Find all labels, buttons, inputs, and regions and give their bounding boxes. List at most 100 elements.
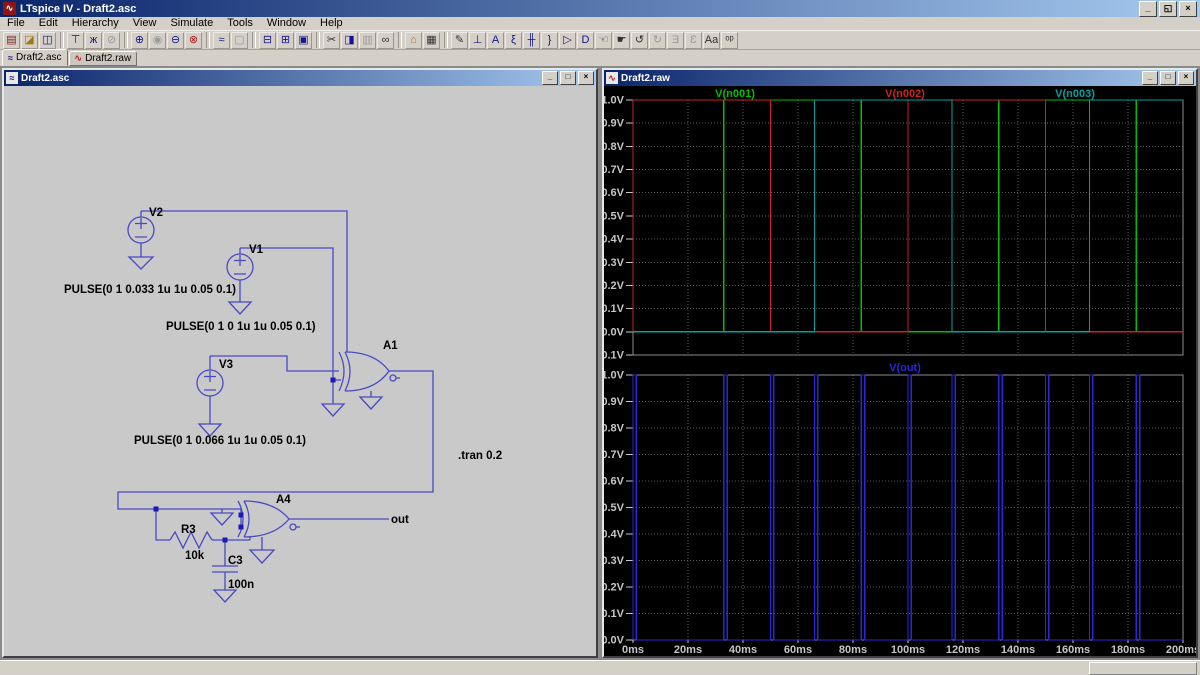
v2-voltage-source[interactable]: [128, 211, 154, 269]
toolbar-place-resistor-icon[interactable]: ξ: [505, 32, 522, 49]
menu-item-hierarchy[interactable]: Hierarchy: [65, 17, 126, 30]
menu-item-tools[interactable]: Tools: [220, 17, 260, 30]
toolbar-undo-icon[interactable]: ↺: [631, 32, 648, 49]
schematic-canvas[interactable]: V2 V1 V3 A1 A4 R3 10k C3 100n out .tran …: [4, 86, 596, 656]
toolbar-save-icon[interactable]: ◫: [39, 32, 56, 49]
menu-item-file[interactable]: File: [0, 17, 32, 30]
toolbar-autorange-icon[interactable]: ⌂: [405, 32, 422, 49]
a1-ground-icon: [360, 397, 382, 409]
c3-ground-icon: [214, 590, 236, 602]
schematic-wires[interactable]: [118, 211, 433, 590]
x-tick-label: 80ms: [839, 644, 867, 656]
toolbar-place-capacitor-icon[interactable]: ╫: [523, 32, 540, 49]
legend-Vn001[interactable]: V(n001): [715, 88, 755, 100]
waveform-window-titlebar[interactable]: ∿ Draft2.raw _ □ ×: [604, 70, 1196, 86]
toolbar-control-panel-icon[interactable]: ⊤: [67, 32, 84, 49]
v3-label[interactable]: V3: [219, 359, 233, 371]
waveform-pane-1[interactable]: 1.0V0.9V0.8V0.7V0.6V0.5V0.4V0.3V0.2V0.1V…: [604, 362, 1196, 656]
menu-item-window[interactable]: Window: [260, 17, 313, 30]
legend-Vn002[interactable]: V(n002): [885, 88, 925, 100]
menu-item-simulate[interactable]: Simulate: [163, 17, 220, 30]
waveform-plot-area[interactable]: 1.0V0.9V0.8V0.7V0.6V0.5V0.4V0.3V0.2V0.1V…: [604, 86, 1196, 656]
v1-pulse-text[interactable]: PULSE(0 1 0 1u 1u 0.05 0.1): [166, 321, 316, 333]
net-label-out[interactable]: out: [391, 514, 409, 526]
toolbar-spice-directive-icon[interactable]: ᵒᵖ: [721, 32, 738, 49]
toolbar-tile-horizontal-icon[interactable]: ⊟: [259, 32, 276, 49]
tab-draft2-raw[interactable]: ∿Draft2.raw: [69, 51, 138, 66]
toolbar-run-simulation-icon[interactable]: ж: [85, 32, 102, 49]
v1-voltage-source[interactable]: [227, 248, 253, 314]
waveform-plot[interactable]: 1.0V0.9V0.8V0.7V0.6V0.5V0.4V0.3V0.2V0.1V…: [604, 86, 1196, 656]
v2-pulse-text[interactable]: PULSE(0 1 0.033 1u 1u 0.05 0.1): [64, 284, 236, 296]
toolbar-zoom-full-extents-icon[interactable]: ⊗: [185, 32, 202, 49]
menu-item-view[interactable]: View: [126, 17, 164, 30]
legend-Vout[interactable]: V(out): [889, 362, 921, 374]
waveform-maximize-button[interactable]: □: [1160, 71, 1176, 85]
y-tick-label: 0.2V: [604, 280, 625, 292]
toolbar-print-icon[interactable]: ▦: [423, 32, 440, 49]
toolbar-open-folder-icon[interactable]: ◪: [21, 32, 38, 49]
minimize-button[interactable]: _: [1139, 1, 1157, 17]
restore-button[interactable]: ◱: [1159, 1, 1177, 17]
a1-input-ground-icon: [322, 404, 344, 416]
trace-Vout[interactable]: [633, 375, 1183, 640]
tab-draft2-asc[interactable]: ≈Draft2.asc: [2, 49, 68, 66]
schematic-drawing[interactable]: V2 V1 V3 A1 A4 R3 10k C3 100n out .tran …: [4, 86, 596, 656]
toolbar-cut-icon[interactable]: ✂: [323, 32, 340, 49]
toolbar-zoom-in-icon[interactable]: ⊕: [131, 32, 148, 49]
y-tick-label: 0.8V: [604, 141, 625, 153]
v2-label[interactable]: V2: [149, 207, 163, 219]
toolbar-place-diode-icon[interactable]: ▷: [559, 32, 576, 49]
waveform-pane-0[interactable]: 1.0V0.9V0.8V0.7V0.6V0.5V0.4V0.3V0.2V0.1V…: [604, 88, 1183, 362]
r3-value-label[interactable]: 10k: [185, 550, 205, 562]
waveform-minimize-button[interactable]: _: [1142, 71, 1158, 85]
toolbar-spice-netlist-icon[interactable]: ≈: [213, 32, 230, 49]
v3-pulse-text[interactable]: PULSE(0 1 0.066 1u 1u 0.05 0.1): [134, 435, 306, 447]
y-tick-label: 0.1V: [604, 608, 625, 620]
x-tick-label: 120ms: [946, 644, 980, 656]
a4-label[interactable]: A4: [276, 494, 291, 506]
toolbar-zoom-back-icon: ◉: [149, 32, 166, 49]
toolbar-separator: [398, 32, 402, 48]
menu-item-help[interactable]: Help: [313, 17, 350, 30]
toolbar-drag-icon[interactable]: ☛: [613, 32, 630, 49]
toolbar-text-icon[interactable]: Aa: [703, 32, 720, 49]
toolbar-new-schematic-icon[interactable]: ▤: [3, 32, 20, 49]
y-tick-label: 0.8V: [604, 423, 625, 435]
toolbar-place-component-icon[interactable]: D: [577, 32, 594, 49]
schematic-window: ≈ Draft2.asc _ □ ×: [2, 68, 598, 658]
toolbar-copy-icon[interactable]: ◨: [341, 32, 358, 49]
toolbar-tile-vertical-icon[interactable]: ⊞: [277, 32, 294, 49]
y-tick-label: 0.7V: [604, 449, 625, 461]
schematic-minimize-button[interactable]: _: [542, 71, 558, 85]
toolbar-place-ground-icon[interactable]: ⊥: [469, 32, 486, 49]
legend-Vn003[interactable]: V(n003): [1055, 88, 1095, 100]
schematic-close-button[interactable]: ×: [578, 71, 594, 85]
v1-ground-icon: [229, 302, 251, 314]
close-button[interactable]: ×: [1179, 1, 1197, 17]
r3-label[interactable]: R3: [181, 524, 196, 536]
menu-item-edit[interactable]: Edit: [32, 17, 65, 30]
y-tick-label: 0.3V: [604, 257, 625, 269]
tran-directive-text[interactable]: .tran 0.2: [458, 450, 502, 462]
waveform-close-button[interactable]: ×: [1178, 71, 1194, 85]
toolbar-place-inductor-icon[interactable]: }: [541, 32, 558, 49]
y-tick-label: 0.4V: [604, 529, 625, 541]
v1-label[interactable]: V1: [249, 244, 264, 256]
toolbar-zoom-out-icon[interactable]: ⊖: [167, 32, 184, 49]
c3-label[interactable]: C3: [228, 555, 243, 567]
a1-inverted-output-bubble: [390, 375, 396, 381]
schematic-maximize-button[interactable]: □: [560, 71, 576, 85]
toolbar-find-icon[interactable]: ∞: [377, 32, 394, 49]
c3-value-label[interactable]: 100n: [228, 579, 254, 591]
toolbar-draw-wire-icon[interactable]: ✎: [451, 32, 468, 49]
y-tick-label: 0.9V: [604, 118, 625, 130]
trace-Vn002[interactable]: [633, 100, 1183, 332]
schematic-window-titlebar[interactable]: ≈ Draft2.asc _ □ ×: [4, 70, 596, 86]
a1-label[interactable]: A1: [383, 340, 398, 352]
toolbar-move-icon[interactable]: ☜: [595, 32, 612, 49]
a1-xor-gate[interactable]: [322, 352, 400, 416]
toolbar-place-label-icon[interactable]: A: [487, 32, 504, 49]
toolbar-cascade-windows-icon[interactable]: ▣: [295, 32, 312, 49]
tab-label: Draft2.asc: [16, 52, 62, 63]
